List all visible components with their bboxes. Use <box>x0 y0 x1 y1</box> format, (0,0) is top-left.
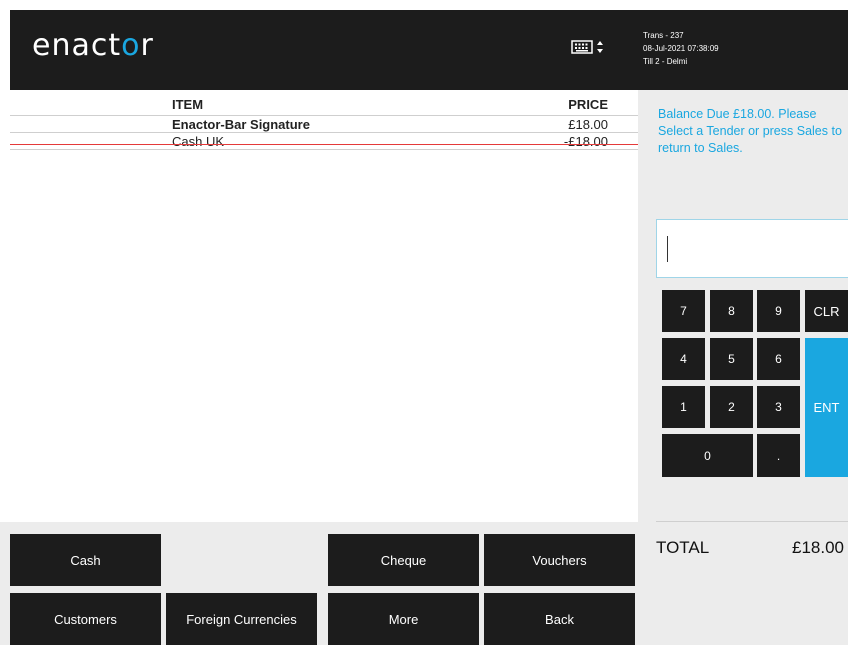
enter-key[interactable]: ENT <box>805 338 848 477</box>
transaction-info: Trans - 237 08-Jul-2021 07:38:09 Till 2 … <box>643 29 719 68</box>
key-9[interactable]: 9 <box>757 290 800 332</box>
keyboard-icon <box>571 40 603 54</box>
basket-header: ITEM PRICE <box>10 90 638 115</box>
enactor-logo: enactor <box>32 28 154 63</box>
prompt-message: Balance Due £18.00. Please Select a Tend… <box>658 107 842 155</box>
key-4[interactable]: 4 <box>662 338 705 380</box>
key-0[interactable]: 0 <box>662 434 753 477</box>
back-button[interactable]: Back <box>484 593 635 645</box>
price-column-header: PRICE <box>568 97 608 112</box>
text-caret <box>667 236 668 262</box>
header-bar: enactor Trans - 237 08-Jul-2021 07:38:09… <box>10 10 848 90</box>
cheque-button[interactable]: Cheque <box>328 534 479 586</box>
transaction-number: Trans - 237 <box>643 31 684 40</box>
more-button[interactable]: More <box>328 593 479 645</box>
foreign-currencies-button[interactable]: Foreign Currencies <box>166 593 317 645</box>
key-8[interactable]: 8 <box>710 290 753 332</box>
divider <box>656 521 848 522</box>
key-3[interactable]: 3 <box>757 386 800 428</box>
total-value: £18.00 <box>792 538 844 557</box>
basket-list: ITEM PRICE Enactor-Bar Signature £18.00 … <box>10 90 638 522</box>
vouchers-button[interactable]: Vouchers <box>484 534 635 586</box>
cash-button[interactable]: Cash <box>10 534 161 586</box>
till-label: Till 2 - Delmi <box>643 57 688 66</box>
key-1[interactable]: 1 <box>662 386 705 428</box>
basket-item-price: -£18.00 <box>563 134 608 149</box>
tender-button-panel: Cash Cheque Vouchers Customers Foreign C… <box>0 522 638 645</box>
basket-row[interactable]: Enactor-Bar Signature £18.00 <box>10 116 638 132</box>
basket-item-price: £18.00 <box>568 117 608 132</box>
total-label: TOTAL <box>656 538 710 557</box>
entry-field[interactable] <box>656 219 848 278</box>
key-6[interactable]: 6 <box>757 338 800 380</box>
pos-screen: enactor Trans - 237 08-Jul-2021 07:38:09… <box>0 0 848 645</box>
logo-text: enactor <box>32 28 154 63</box>
key-7[interactable]: 7 <box>662 290 705 332</box>
customers-button[interactable]: Customers <box>10 593 161 645</box>
void-strike-line <box>10 144 638 145</box>
basket-item-name: Enactor-Bar Signature <box>172 117 310 132</box>
basket-item-name: Cash UK <box>172 134 225 149</box>
side-panel: Balance Due £18.00. Please Select a Tend… <box>638 90 848 645</box>
basket-row-voided[interactable]: Cash UK -£18.00 <box>10 133 638 149</box>
transaction-datetime: 08-Jul-2021 07:38:09 <box>643 44 719 53</box>
key-5[interactable]: 5 <box>710 338 753 380</box>
key-2[interactable]: 2 <box>710 386 753 428</box>
item-column-header: ITEM <box>172 97 204 112</box>
clear-key[interactable]: CLR <box>805 290 848 332</box>
keyboard-toggle-button[interactable] <box>570 35 606 59</box>
decimal-key[interactable]: . <box>757 434 800 477</box>
divider <box>10 149 638 150</box>
